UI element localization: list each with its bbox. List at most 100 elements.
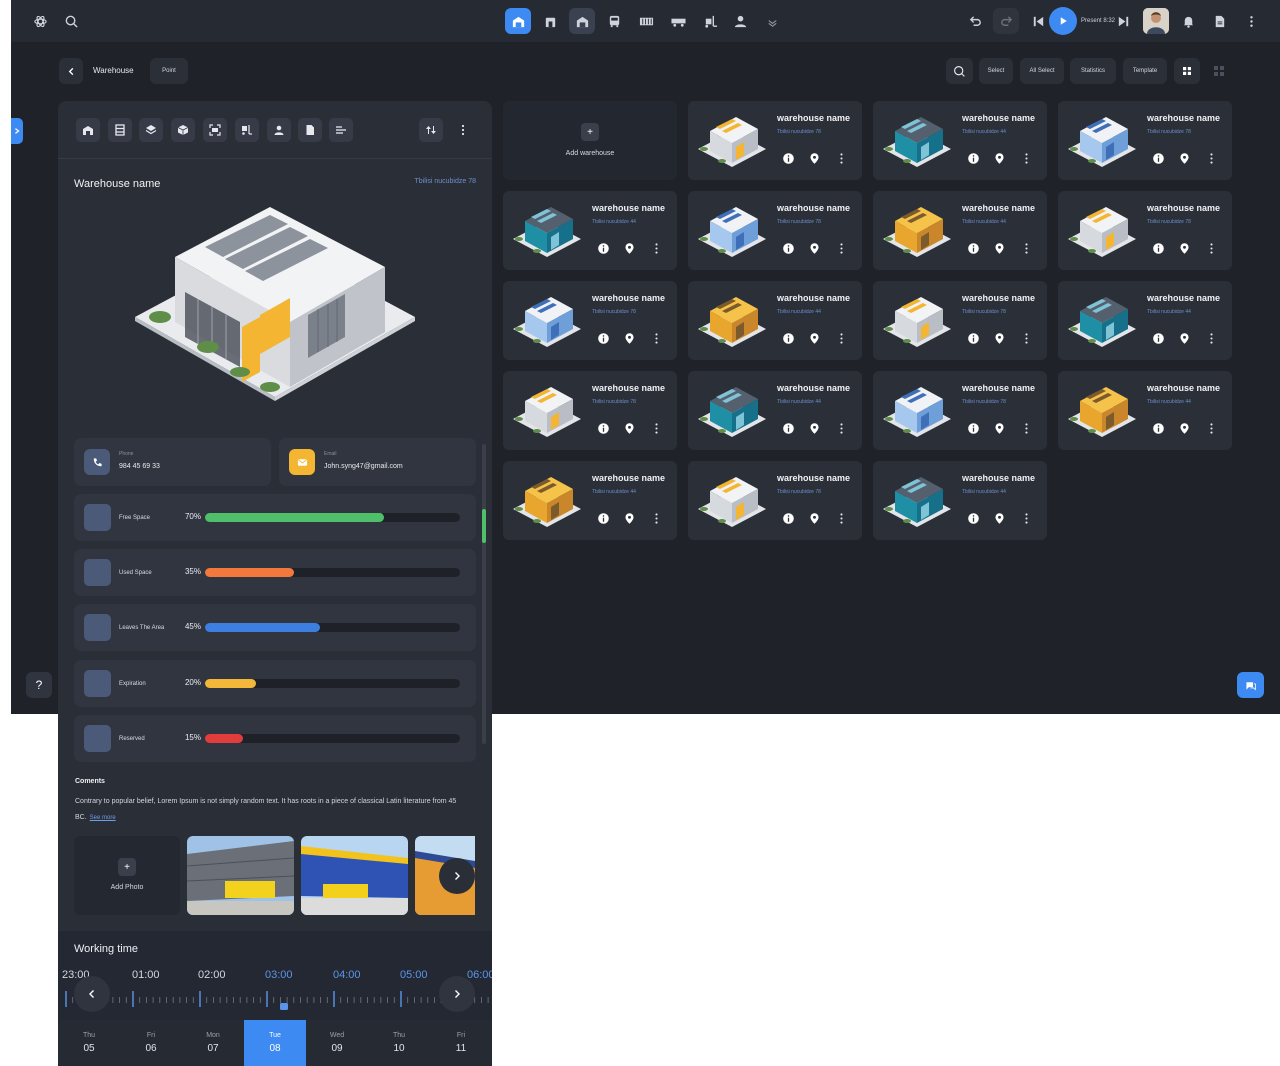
location-pin-icon[interactable] [991,420,1007,436]
day-item[interactable]: Mon 07 [182,1020,244,1066]
day-item[interactable]: Thu 10 [368,1020,430,1066]
statistics-button[interactable]: Statistics [1070,58,1116,84]
list-view-icon[interactable] [1206,58,1232,84]
more-vertical-icon[interactable] [648,420,664,436]
more-vertical-icon[interactable] [648,510,664,526]
trailer-icon[interactable] [665,8,691,34]
more-vertical-icon[interactable] [1018,510,1034,526]
more-vertical-icon[interactable] [1018,150,1034,166]
location-pin-icon[interactable] [991,240,1007,256]
warehouse-card[interactable]: warehouse name Tbilisi nucubidze 78 [1058,101,1232,180]
box-icon[interactable] [171,118,195,142]
more-vertical-icon[interactable] [1203,150,1219,166]
forklift-icon[interactable] [235,118,259,142]
more-vertical-icon[interactable] [833,330,849,346]
warehouse-icon[interactable] [505,8,531,34]
more-vertical-icon[interactable] [833,150,849,166]
location-pin-icon[interactable] [806,240,822,256]
info-icon[interactable] [595,240,611,256]
chat-icon[interactable] [1237,672,1264,698]
scrollbar-track[interactable] [482,444,486,744]
warehouse-card[interactable]: warehouse name Tbilisi nucubidze 44 [503,191,677,270]
warehouse-card[interactable]: warehouse name Tbilisi nucubidze 78 [873,281,1047,360]
info-icon[interactable] [780,150,796,166]
location-pin-icon[interactable] [806,510,822,526]
store-icon[interactable] [537,8,563,34]
location-pin-icon[interactable] [1176,330,1192,346]
more-vertical-icon[interactable] [833,510,849,526]
location-pin-icon[interactable] [1176,420,1192,436]
warehouse-card[interactable]: warehouse name Tbilisi nucubidze 78 [873,371,1047,450]
location-pin-icon[interactable] [1176,150,1192,166]
warehouse-card[interactable]: warehouse name Tbilisi nucubidze 78 [688,461,862,540]
info-icon[interactable] [780,510,796,526]
shelves-icon[interactable] [108,118,132,142]
all-select-button[interactable]: All Select [1020,58,1064,84]
warehouse-card[interactable]: warehouse name Tbilisi nucubidze 78 [1058,191,1232,270]
avatar[interactable] [1143,8,1169,34]
more-vertical-icon[interactable] [648,330,664,346]
location-pin-icon[interactable] [621,330,637,346]
add-warehouse-card[interactable]: + Add warehouse [503,101,677,180]
location-pin-icon[interactable] [991,330,1007,346]
warehouse-card[interactable]: warehouse name Tbilisi nucubidze 44 [503,461,677,540]
warehouse-card[interactable]: warehouse name Tbilisi nucubidze 78 [503,281,677,360]
timeline-next-button[interactable] [439,976,475,1012]
chevron-double-down-icon[interactable] [759,8,785,34]
scrollbar-thumb[interactable] [482,509,486,543]
document-icon[interactable] [1206,8,1232,34]
location-pin-icon[interactable] [991,150,1007,166]
add-photo-button[interactable]: + Add Photo [74,836,180,915]
location-pin-icon[interactable] [1176,240,1192,256]
info-icon[interactable] [780,330,796,346]
warehouse-photo[interactable] [301,836,408,915]
more-vertical-icon[interactable] [648,240,664,256]
warehouse-card[interactable]: warehouse name Tbilisi nucubidze 78 [503,371,677,450]
info-icon[interactable] [965,510,981,526]
back-button[interactable] [59,58,83,84]
select-button[interactable]: Select [979,58,1013,84]
sort-arrows-icon[interactable] [419,118,443,142]
location-pin-icon[interactable] [806,420,822,436]
more-vertical-icon[interactable] [451,118,475,142]
more-vertical-icon[interactable] [1018,420,1034,436]
redo-icon[interactable] [993,8,1019,34]
warehouse-card[interactable]: warehouse name Tbilisi nucubidze 78 [688,191,862,270]
day-item[interactable]: Wed 09 [306,1020,368,1066]
point-button[interactable]: Point [150,58,188,84]
timeline-ticks[interactable] [58,989,492,1013]
more-vertical-icon[interactable] [833,420,849,436]
timeline-prev-button[interactable] [74,976,110,1012]
help-button[interactable]: ? [26,672,52,698]
forklift-icon[interactable] [697,8,723,34]
grid-view-icon[interactable] [1174,58,1200,84]
search-icon[interactable] [58,8,84,34]
info-icon[interactable] [1150,240,1166,256]
info-icon[interactable] [965,150,981,166]
align-left-icon[interactable] [329,118,353,142]
info-icon[interactable] [595,420,611,436]
day-item[interactable]: Fri 11 [430,1020,492,1066]
info-icon[interactable] [595,510,611,526]
info-icon[interactable] [780,240,796,256]
warehouse-card[interactable]: warehouse name Tbilisi nucubidze 78 [688,101,862,180]
more-vertical-icon[interactable] [1018,330,1034,346]
see-more-link[interactable]: See more [90,815,116,821]
email-card[interactable]: Email John.syng47@gmail.com [279,438,476,486]
grid-search-button[interactable] [946,58,973,84]
more-vertical-icon[interactable] [1203,240,1219,256]
warehouse-card[interactable]: warehouse name Tbilisi nucubidze 44 [873,101,1047,180]
undo-icon[interactable] [962,8,988,34]
warehouse-photo[interactable] [187,836,294,915]
warehouse-icon[interactable] [76,118,100,142]
more-vertical-icon[interactable] [1203,420,1219,436]
template-button[interactable]: Template [1123,58,1167,84]
info-icon[interactable] [965,240,981,256]
user-icon[interactable] [727,8,753,34]
warehouse-card[interactable]: warehouse name Tbilisi nucubidze 44 [688,371,862,450]
play-icon[interactable] [1049,7,1077,35]
phone-card[interactable]: Phone 984 45 69 33 [74,438,271,486]
skip-back-icon[interactable] [1027,8,1049,34]
day-item[interactable]: Tue 08 [244,1020,306,1066]
more-vertical-icon[interactable] [1238,8,1264,34]
